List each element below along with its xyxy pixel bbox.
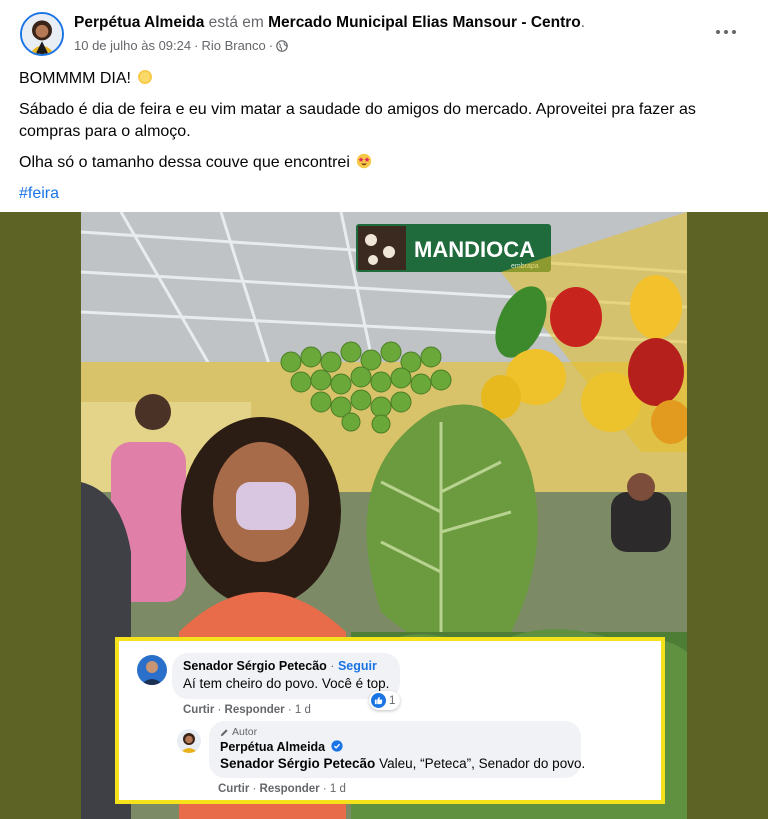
post-text-line: #feira [19,183,749,205]
author-badge: Autor [220,726,570,738]
reply-actions: Curtir · Responder · 1 d [218,783,346,795]
meta-separator-2: · [268,38,274,53]
author-avatar-image [22,14,62,54]
more-options-icon[interactable] [712,22,740,42]
facebook-post: Perpétua Almeida está em Mercado Municip… [0,0,768,819]
author-line: Perpétua Almeida está em Mercado Municip… [74,14,585,32]
reply-author-avatar[interactable] [177,729,201,753]
hashtag-link[interactable]: #feira [19,185,59,202]
actions-separator: · [252,783,260,795]
reply-comment-button[interactable]: Responder [225,704,285,716]
verified-badge-icon [331,740,343,752]
like-reply-button[interactable]: Curtir [218,783,249,795]
reply-text: Valeu, “Peteca”, Senador do povo. [379,756,586,771]
actions-separator: · [217,704,225,716]
reply-author-name[interactable]: Perpétua Almeida [220,740,325,754]
reply-author-avatar-image [177,729,201,753]
comment-text: Aí tem cheiro do povo. Você é top. [183,676,390,691]
reply-time[interactable]: 1 d [330,783,346,795]
reply-text-line: Senador Sérgio Petecão Valeu, “Peteca”, … [220,756,585,771]
globe-icon[interactable] [276,39,288,52]
post-place[interactable]: Rio Branco [201,38,265,53]
comment-actions: Curtir · Responder · 1 d [183,704,311,716]
author-badge-label: Autor [232,726,258,738]
dot [716,30,720,34]
reaction-count: 1 [389,694,396,707]
follow-separator: · [330,659,335,673]
follow-button[interactable]: Seguir [338,659,377,673]
sun-emoji-icon [138,70,153,84]
location-suffix: . [580,14,586,31]
comment-author-name[interactable]: Senador Sérgio Petecão [183,659,327,673]
greeting-text: BOMMMM DIA! [19,70,131,87]
highlighted-comments: Senador Sérgio Petecão · Seguir Aí tem c… [115,637,665,804]
couve-text: Olha só o tamanho dessa couve que encont… [19,154,350,171]
location-link[interactable]: Mercado Municipal Elias Mansour - Centro [268,14,581,31]
post-meta: 10 de julho às 09:24 · Rio Branco · [74,38,288,53]
comment-author-line: Senador Sérgio Petecão · Seguir [183,659,389,673]
commenter-avatar[interactable] [137,655,167,685]
reaction-count-badge[interactable]: 1 [369,691,401,710]
dot [732,30,736,34]
pencil-icon [220,728,228,736]
author-name[interactable]: Perpétua Almeida [74,14,204,31]
reply-reply-button[interactable]: Responder [260,783,320,795]
reply-bubble: Autor Perpétua Almeida Senador Sérgio Pe… [209,721,585,778]
star-struck-emoji-icon [357,153,372,169]
meta-separator: · [194,38,199,53]
post-text: BOMMMM DIA! Sábado é dia de feira e eu v… [19,68,749,214]
sign-text: MANDIOCA [414,237,535,262]
dot [724,30,728,34]
post-date[interactable]: 10 de julho às 09:24 [74,38,191,53]
reply-author-line: Perpétua Almeida [220,740,570,754]
commenter-avatar-image [137,655,167,685]
reply-mention[interactable]: Senador Sérgio Petecão [220,756,375,771]
author-avatar[interactable] [20,12,64,56]
like-reaction-icon [371,693,386,708]
post-text-body: Sábado é dia de feira e eu vim matar a s… [19,101,696,140]
like-comment-button[interactable]: Curtir [183,704,214,716]
post-header: Perpétua Almeida está em Mercado Municip… [0,0,768,64]
comment-time[interactable]: 1 d [295,704,311,716]
at-text: está em [208,14,264,31]
photo-frame[interactable]: MANDIOCA embrapa [0,212,768,819]
post-text-line: BOMMMM DIA! [19,68,749,90]
actions-separator: · [322,783,330,795]
actions-separator: · [287,704,295,716]
comment-bubble: Senador Sérgio Petecão · Seguir Aí tem c… [172,653,400,699]
post-text-line: Olha só o tamanho dessa couve que encont… [19,152,749,174]
